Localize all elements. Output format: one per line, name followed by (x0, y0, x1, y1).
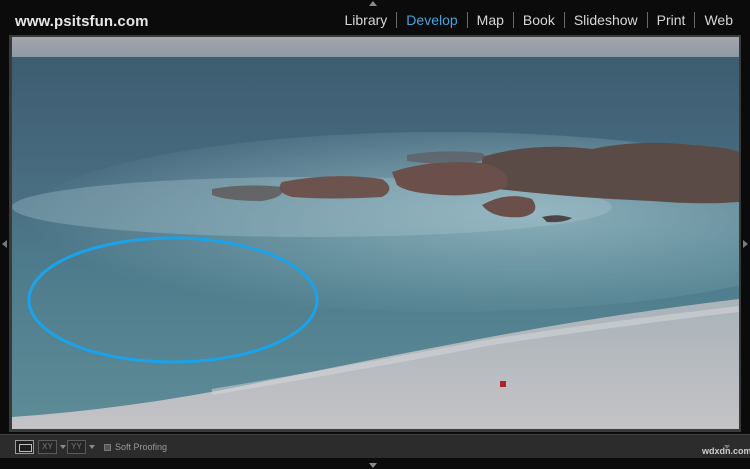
right-panel-toggle-icon[interactable] (743, 240, 748, 248)
soft-proofing-checkbox[interactable] (104, 444, 111, 451)
filmstrip-toggle-icon[interactable] (369, 463, 377, 468)
before-after-button[interactable]: XY (38, 440, 57, 454)
loupe-view-button[interactable] (15, 440, 34, 454)
identity-plate: www.psitsfun.com (15, 13, 149, 30)
module-library[interactable]: Library (336, 12, 397, 28)
seascape-photo (12, 37, 739, 429)
soft-proofing-label: Soft Proofing (115, 442, 168, 452)
module-print[interactable]: Print (648, 12, 695, 28)
chevron-down-icon[interactable] (60, 445, 66, 449)
watermark: wdxdn.com (702, 446, 750, 456)
before-after-swap-button[interactable]: YY (67, 440, 86, 454)
top-panel-toggle-icon[interactable] (369, 1, 377, 6)
toolbar: XY YY Soft Proofing (0, 434, 750, 458)
module-picker: Library Develop Map Book Slideshow Print… (336, 12, 743, 28)
module-book[interactable]: Book (514, 12, 564, 28)
photo-preview[interactable] (12, 37, 739, 429)
chevron-down-icon[interactable] (89, 445, 95, 449)
module-web[interactable]: Web (695, 12, 742, 28)
left-panel-toggle-icon[interactable] (2, 240, 7, 248)
module-develop[interactable]: Develop (397, 12, 466, 28)
module-map[interactable]: Map (468, 12, 513, 28)
module-slideshow[interactable]: Slideshow (565, 12, 647, 28)
